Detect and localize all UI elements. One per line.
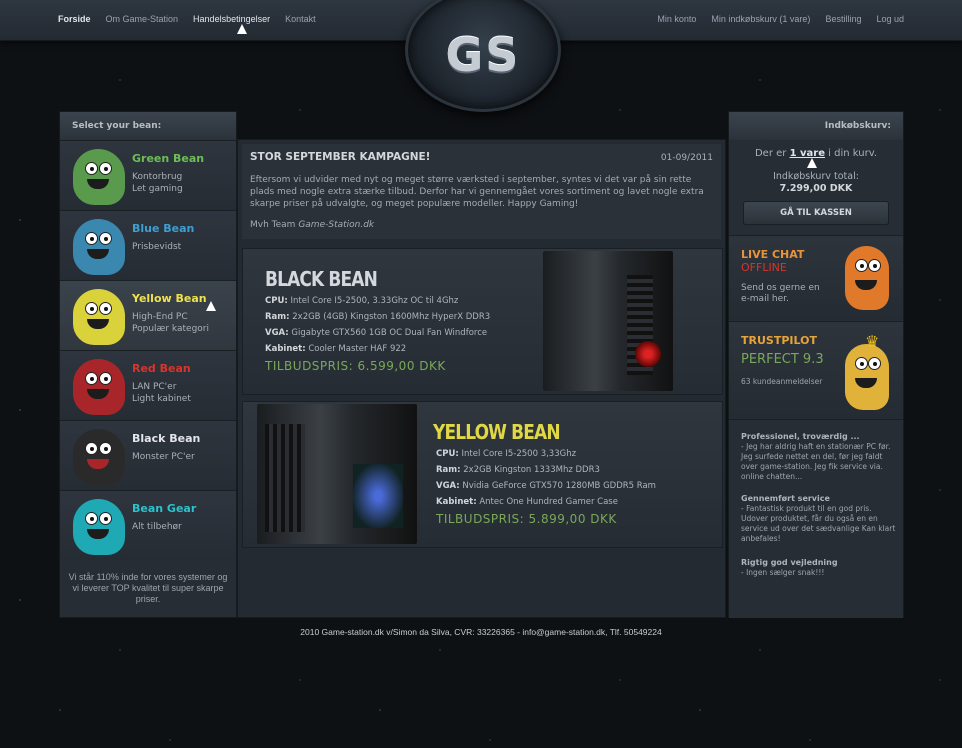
news-item: STOR SEPTEMBER KAMPAGNE! 01-09/2011 Efte… — [242, 144, 721, 239]
quality-note: Vi står 110% inde for vores systemer og … — [68, 572, 228, 604]
review-text: - Jeg har aldrig haft en stationær PC fø… — [741, 442, 891, 481]
crown-icon: ♛ — [865, 332, 880, 351]
bean-description: Kontorbrug Let gaming — [132, 172, 183, 194]
news-title: STOR SEPTEMBER KAMPAGNE! — [250, 151, 431, 163]
bean-description: LAN PC'er Light kabinet — [132, 382, 191, 404]
footer: 2010 Game-station.dk v/Simon da Silva, C… — [300, 627, 662, 637]
bean-item-blue[interactable]: Blue Bean Prisbevidst — [60, 210, 236, 280]
nav-om-game-station[interactable]: Om Game-Station — [106, 14, 179, 24]
cart-sidebar: Indkøbskurv: Der er 1 vare i din kurv. I… — [728, 111, 904, 618]
bean-description: High-End PC Populær kategori — [132, 312, 209, 334]
checkout-button[interactable]: GÅ TIL KASSEN — [743, 201, 889, 225]
bean-item-black[interactable]: Black Bean Monster PC'er — [60, 420, 236, 490]
review-title: Rigtig god vejledning — [741, 558, 838, 567]
site-logo[interactable]: GS — [405, 0, 561, 112]
bean-item-yellow[interactable]: Yellow Bean High-End PC Populær kategori — [60, 280, 236, 350]
mouse-cursor-icon — [237, 24, 247, 34]
review-text: - Ingen sælger snak!!! — [741, 568, 825, 577]
review-title: Gennemført service — [741, 494, 830, 503]
red-bean-mascot-icon — [73, 359, 125, 415]
bean-selector-header: Select your bean: — [60, 112, 236, 140]
bean-name: Red Bean — [132, 362, 191, 375]
live-chat-description: Send os gerne en e-mail her. — [741, 283, 820, 304]
nav-kontakt[interactable]: Kontakt — [285, 14, 316, 24]
bean-description: Prisbevidst — [132, 242, 182, 252]
live-chat-title: LIVE CHAT — [741, 248, 805, 261]
nav-forside[interactable]: Forside — [58, 14, 91, 24]
pc-case-image — [543, 251, 673, 391]
review-title: Professionel, troværdig ... — [741, 432, 860, 441]
pc-case-image — [257, 404, 417, 544]
bean-name: Bean Gear — [132, 502, 197, 515]
bean-name: Black Bean — [132, 432, 201, 445]
blue-bean-mascot-icon — [73, 219, 125, 275]
live-chat-box[interactable]: LIVE CHAT OFFLINE Send os gerne en e-mail… — [729, 235, 903, 320]
orange-bean-mascot-icon — [845, 246, 889, 310]
black-bean-mascot-icon — [73, 429, 125, 485]
bean-item-red[interactable]: Red Bean LAN PC'er Light kabinet — [60, 350, 236, 420]
bean-name: Green Bean — [132, 152, 205, 165]
green-bean-mascot-icon — [73, 149, 125, 205]
nav-log-ud[interactable]: Log ud — [876, 14, 904, 24]
nav-bestilling[interactable]: Bestilling — [825, 14, 861, 24]
bean-name: Blue Bean — [132, 222, 195, 235]
offer-title: BLACK BEAN — [265, 267, 378, 291]
cart-header: Indkøbskurv: — [729, 112, 903, 140]
bean-gear-mascot-icon — [73, 499, 125, 555]
crowned-bean-mascot-icon: ♛ — [845, 332, 889, 410]
offer-price: TILBUDSPRIS: 6.599,00 DKK — [265, 359, 446, 373]
offer-price: TILBUDSPRIS: 5.899,00 DKK — [436, 512, 617, 526]
nav-min-indkobskurv[interactable]: Min indkøbskurv (1 vare) — [711, 14, 810, 24]
reviews-box: Professionel, troværdig ... - Jeg har al… — [729, 419, 903, 618]
review-text: - Fantastisk produkt til en god pris. Ud… — [741, 504, 896, 543]
offer-specs: CPU: Intel Core I5-2500, 3.33Ghz OC til … — [265, 296, 491, 354]
bean-description: Monster PC'er — [132, 452, 195, 462]
news-body: Eftersom vi udvider med nyt og meget stø… — [250, 175, 704, 209]
offer-title: YELLOW BEAN — [433, 420, 561, 444]
trustpilot-title: TRUSTPILOT — [741, 334, 817, 347]
trustpilot-score: PERFECT 9.3 — [741, 352, 824, 367]
bean-name: Yellow Bean — [132, 292, 207, 305]
bean-item-gear[interactable]: Bean Gear Alt tilbehør — [60, 490, 236, 560]
trustpilot-count: 63 kundeanmeldelser — [741, 377, 823, 386]
bean-item-green[interactable]: Green Bean Kontorbrug Let gaming — [60, 140, 236, 210]
account-nav: Min konto Min indkøbskurv (1 vare) Besti… — [657, 14, 904, 24]
main-content: STOR SEPTEMBER KAMPAGNE! 01-09/2011 Efte… — [237, 139, 726, 618]
nav-handelsbetingelser[interactable]: Handelsbetingelser — [193, 14, 270, 24]
trustpilot-box[interactable]: TRUSTPILOT PERFECT 9.3 63 kundeanmeldels… — [729, 321, 903, 418]
nav-min-konto[interactable]: Min konto — [657, 14, 696, 24]
news-date: 01-09/2011 — [660, 153, 713, 163]
mouse-cursor-icon — [206, 301, 216, 311]
bean-description: Alt tilbehør — [132, 522, 182, 532]
offer-black-bean[interactable]: BLACK BEAN CPU: Intel Core I5-2500, 3.33… — [242, 248, 723, 395]
logo-text: GS — [445, 28, 521, 82]
offer-specs: CPU: Intel Core I5-2500 3,33Ghz Ram: 2x2… — [436, 449, 656, 507]
offer-yellow-bean[interactable]: YELLOW BEAN CPU: Intel Core I5-2500 3,33… — [242, 401, 723, 548]
mouse-cursor-icon — [807, 158, 817, 168]
live-chat-status: OFFLINE — [741, 261, 787, 274]
cart-total: Indkøbskurv total: 7.299,00 DKK — [773, 171, 859, 194]
news-signature: Mvh Team Game-Station.dk — [250, 220, 375, 230]
yellow-bean-mascot-icon — [73, 289, 125, 345]
bean-selector-panel: Select your bean: Green Bean Kontorbrug L… — [59, 111, 237, 618]
main-nav: Forside Om Game-Station Handelsbetingels… — [58, 14, 316, 24]
